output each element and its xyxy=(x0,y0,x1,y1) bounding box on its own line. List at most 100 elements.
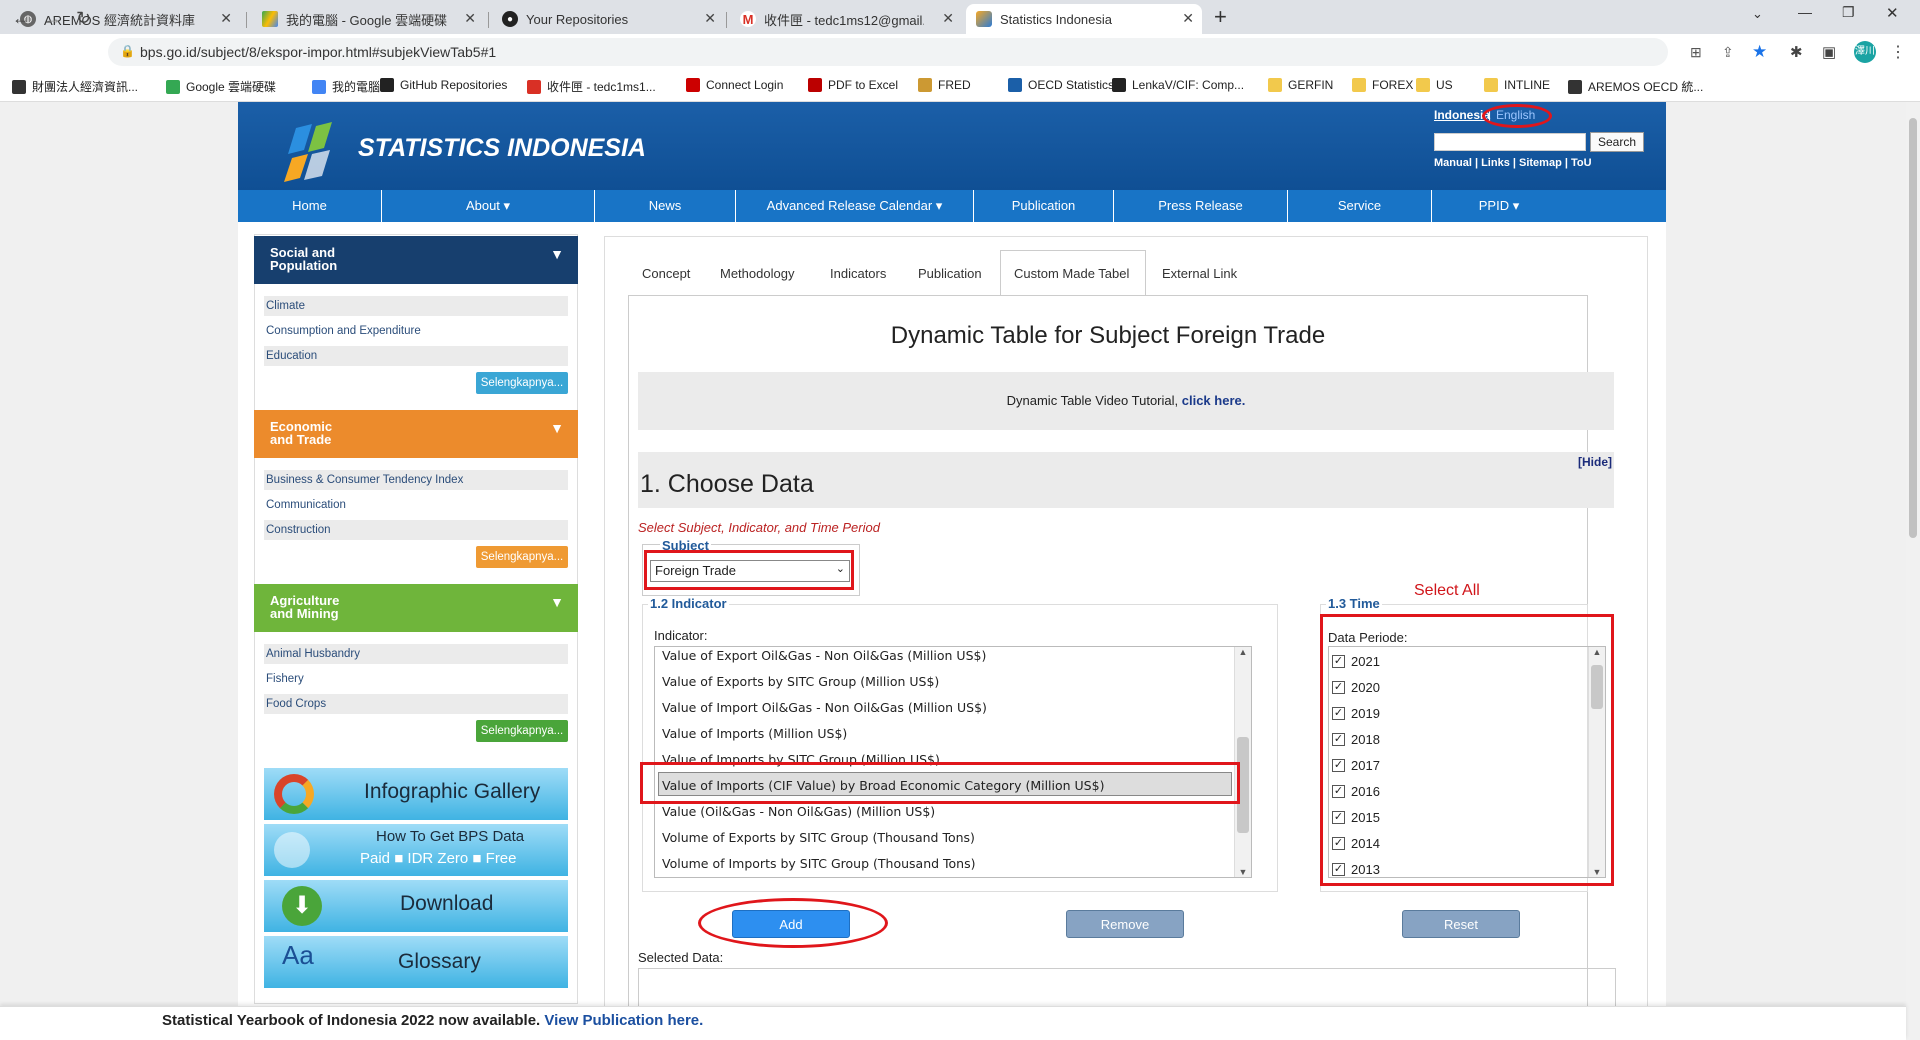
nav-publication[interactable]: Publication xyxy=(974,190,1114,222)
tab-custom-made-tabel[interactable]: Custom Made Tabel xyxy=(1014,266,1129,281)
sidepanel-icon[interactable]: ▣ xyxy=(1822,43,1836,61)
restore-button[interactable]: ❐ xyxy=(1842,4,1855,21)
close-icon[interactable]: ✕ xyxy=(1182,10,1194,27)
share-icon[interactable]: ⇪ xyxy=(1722,44,1734,61)
new-tab-button[interactable]: + xyxy=(1214,4,1227,30)
site-logo-text[interactable]: STATISTICS INDONESIA xyxy=(358,134,646,163)
reload-icon[interactable]: ↻ xyxy=(76,8,91,29)
hide-link[interactable]: [Hide] xyxy=(1578,455,1612,469)
sidebar-item[interactable]: Construction xyxy=(264,520,568,540)
bookmark-star-icon[interactable]: ★ xyxy=(1752,42,1767,62)
sidebar-item[interactable]: Education xyxy=(264,346,568,366)
sidebar-item[interactable]: Business & Consumer Tendency Index xyxy=(264,470,568,490)
indicator-option[interactable]: Volume of Imports by SITC Group (Thousan… xyxy=(662,856,976,871)
browser-tab-active[interactable]: Statistics Indonesia ✕ xyxy=(966,4,1202,34)
tab-publication[interactable]: Publication xyxy=(918,266,982,281)
collapse-triangle-icon[interactable]: ▼ xyxy=(550,595,564,609)
bookmark-item[interactable]: 收件匣 - tedc1ms1... xyxy=(527,78,656,95)
sidebar-category-header[interactable]: Social and Population ▼ xyxy=(254,236,578,284)
bookmark-icon xyxy=(686,78,700,92)
reset-button[interactable]: Reset xyxy=(1402,910,1520,938)
bookmark-item[interactable]: 財團法人經濟資訊... xyxy=(12,78,138,95)
bookmark-item[interactable]: PDF to Excel xyxy=(808,78,898,92)
site-search-button[interactable]: Search xyxy=(1590,132,1644,152)
menu-icon[interactable]: ⋮ xyxy=(1890,42,1906,62)
nav-service[interactable]: Service xyxy=(1288,190,1432,222)
translate-icon[interactable]: ⊞ xyxy=(1690,44,1702,61)
sidebar-item[interactable]: Communication xyxy=(264,495,568,515)
sidebar-item[interactable]: Animal Husbandry xyxy=(264,644,568,664)
close-icon[interactable]: ✕ xyxy=(464,10,476,27)
bookmark-item[interactable]: INTLINE xyxy=(1484,78,1550,92)
sidebar-item[interactable]: Fishery xyxy=(264,669,568,689)
more-button[interactable]: Selengkapnya... xyxy=(476,546,568,568)
glossary-banner[interactable]: Aa Glossary xyxy=(264,936,568,988)
close-icon[interactable]: ✕ xyxy=(220,10,232,27)
header-links[interactable]: Manual | Links | Sitemap | ToU xyxy=(1434,157,1592,169)
bookmark-item[interactable]: FRED xyxy=(918,78,971,92)
sidebar-item[interactable]: Food Crops xyxy=(264,694,568,714)
minimize-button[interactable]: — xyxy=(1798,4,1812,20)
tutorial-link[interactable]: click here. xyxy=(1182,393,1246,408)
nav-ppid[interactable]: PPID ▾ xyxy=(1432,190,1566,222)
browser-tab[interactable]: 我的電腦 - Google 雲端硬碟 ✕ xyxy=(252,4,484,34)
magnifier-icon xyxy=(274,832,310,868)
indicator-option[interactable]: Value of Import Oil&Gas - Non Oil&Gas (M… xyxy=(662,700,987,715)
profile-avatar[interactable]: 澤川 xyxy=(1854,41,1876,63)
collapse-triangle-icon[interactable]: ▼ xyxy=(550,247,564,261)
tab-search-icon[interactable]: ⌄ xyxy=(1752,6,1763,22)
bookmark-item[interactable]: Connect Login xyxy=(686,78,783,92)
indicator-option[interactable]: Value of Export Oil&Gas - Non Oil&Gas (M… xyxy=(662,648,986,663)
nav-home[interactable]: Home xyxy=(238,190,382,222)
page-scrollbar[interactable] xyxy=(1906,102,1920,1040)
tab-external-link[interactable]: External Link xyxy=(1162,266,1237,281)
forward-icon[interactable]: → xyxy=(44,8,62,29)
back-icon[interactable]: ← xyxy=(12,8,30,29)
sidebar-item[interactable]: Climate xyxy=(264,296,568,316)
nav-release-calendar[interactable]: Advanced Release Calendar ▾ xyxy=(736,190,974,222)
bookmark-item[interactable]: OECD Statistics xyxy=(1008,78,1114,92)
lock-icon[interactable]: 🔒 xyxy=(120,44,135,58)
bookmark-icon xyxy=(380,78,394,92)
how-to-get-data-banner[interactable]: How To Get BPS Data Paid ■ IDR Zero ■ Fre… xyxy=(264,824,568,876)
sidebar-item[interactable]: Consumption and Expenditure xyxy=(264,321,568,341)
indicator-option[interactable]: Volume of Exports by SITC Group (Thousan… xyxy=(662,830,975,845)
more-button[interactable]: Selengkapnya... xyxy=(476,720,568,742)
close-icon[interactable]: ✕ xyxy=(704,10,716,27)
bookmark-item[interactable]: AREMOS OECD 統... xyxy=(1568,78,1703,95)
nav-news[interactable]: News xyxy=(595,190,736,222)
browser-tab[interactable]: M 收件匣 - tedc1ms12@gmail.co ✕ xyxy=(730,4,962,34)
bookmark-item[interactable]: US xyxy=(1416,78,1453,92)
tab-methodology[interactable]: Methodology xyxy=(720,266,794,281)
bookmark-item[interactable]: GitHub Repositories xyxy=(380,78,507,92)
banner-link[interactable]: View Publication here. xyxy=(544,1012,703,1029)
nav-about[interactable]: About ▾ xyxy=(382,190,595,222)
nav-press-release[interactable]: Press Release xyxy=(1114,190,1288,222)
bookmark-item[interactable]: 我的電腦 xyxy=(312,78,380,95)
remove-button[interactable]: Remove xyxy=(1066,910,1184,938)
infographic-gallery-banner[interactable]: Infographic Gallery xyxy=(264,768,568,820)
bookmark-item[interactable]: Google 雲端硬碟 xyxy=(166,78,276,95)
sidebar-category-header[interactable]: Agriculture and Mining ▼ xyxy=(254,584,578,632)
sidebar-category-header[interactable]: Economic and Trade ▼ xyxy=(254,410,578,458)
bookmark-item[interactable]: FOREX xyxy=(1352,78,1413,92)
url-text[interactable]: bps.go.id/subject/8/ekspor-impor.html#su… xyxy=(140,44,496,60)
site-search-input[interactable] xyxy=(1434,133,1586,151)
close-icon[interactable]: ✕ xyxy=(942,10,954,27)
gmail-icon: M xyxy=(740,11,756,27)
extensions-icon[interactable]: ✱ xyxy=(1790,43,1803,61)
collapse-triangle-icon[interactable]: ▼ xyxy=(550,421,564,435)
annotation-box xyxy=(1320,614,1614,886)
bookmark-item[interactable]: GERFIN xyxy=(1268,78,1333,92)
bookmark-item[interactable]: LenkaV/CIF: Comp... xyxy=(1112,78,1244,92)
close-window-button[interactable]: ✕ xyxy=(1886,4,1899,22)
indicator-option[interactable]: Value of Exports by SITC Group (Million … xyxy=(662,674,939,689)
tab-indicators[interactable]: Indicators xyxy=(830,266,886,281)
download-banner[interactable]: ⬇ Download xyxy=(264,880,568,932)
more-button[interactable]: Selengkapnya... xyxy=(476,372,568,394)
indicator-option[interactable]: Value (Oil&Gas - Non Oil&Gas) (Million U… xyxy=(662,804,935,819)
indicator-option[interactable]: Value of Imports (Million US$) xyxy=(662,726,847,741)
browser-tab[interactable]: ● Your Repositories ✕ xyxy=(492,4,724,34)
bps-logo-icon[interactable] xyxy=(282,120,346,182)
tab-concept[interactable]: Concept xyxy=(642,266,690,281)
